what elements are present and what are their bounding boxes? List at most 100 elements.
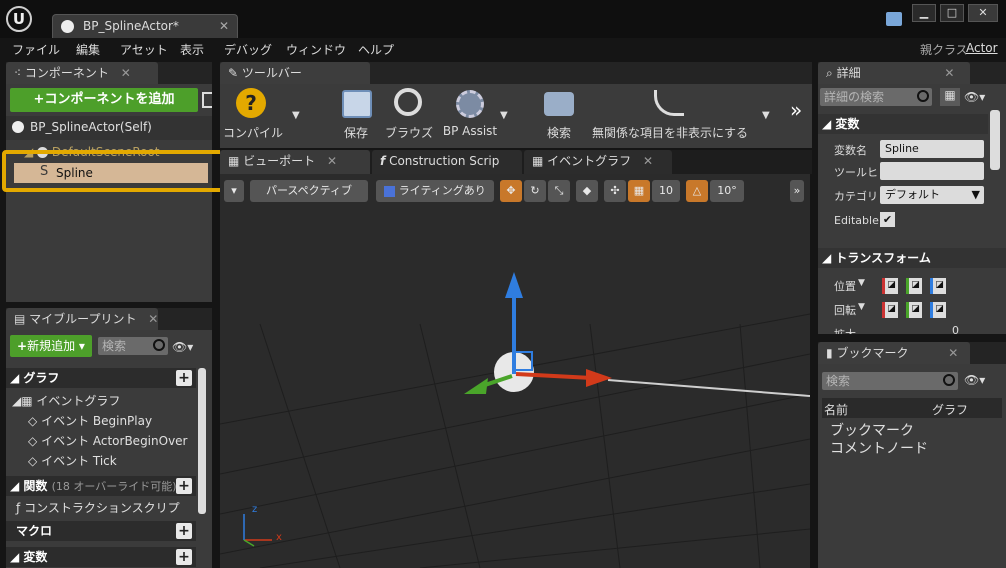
event-item[interactable]: ◇ イベント ActorBeginOver <box>28 432 188 449</box>
add-component-button[interactable]: +コンポーネントを追加 <box>10 88 198 112</box>
spline-line[interactable] <box>607 379 810 397</box>
tab-bookmarks[interactable]: ▮ ブックマーク ✕ <box>818 342 970 364</box>
location-x-reset[interactable]: ◪ <box>882 278 898 294</box>
maximize-button[interactable]: □ <box>940 4 964 22</box>
close-tab-icon[interactable]: ✕ <box>944 66 954 80</box>
tab-toolbar[interactable]: ✎ ツールバー <box>220 62 370 84</box>
location-y-reset[interactable]: ◪ <box>906 278 922 294</box>
gizmo-z-arrow-icon[interactable] <box>505 272 523 298</box>
scale-mode-button[interactable]: ⤡ <box>548 180 570 202</box>
save-button[interactable]: 保存 <box>334 86 378 142</box>
view-options-icon[interactable]: 👁▾ <box>172 340 193 354</box>
menu-help[interactable]: ヘルプ <box>358 41 394 58</box>
viewport-scene[interactable] <box>220 174 810 568</box>
rotation-y-reset[interactable]: ◪ <box>906 302 922 318</box>
bookmark-item[interactable]: コメントノード <box>830 438 928 458</box>
menu-view[interactable]: 表示 <box>180 41 204 58</box>
compile-options-icon[interactable]: ▼ <box>292 110 300 121</box>
macros-section-header[interactable]: マクロ + <box>6 521 196 541</box>
close-window-button[interactable]: ✕ <box>968 4 998 22</box>
construction-script-item[interactable]: ƒ コンストラクションスクリプ <box>16 499 180 516</box>
source-control-icon[interactable] <box>886 12 902 26</box>
transform-section-header[interactable]: ◢ トランスフォーム <box>818 248 1006 268</box>
variable-section-header[interactable]: ◢ 変数 <box>818 114 988 134</box>
tab-construction-script[interactable]: f Construction Scrip <box>372 150 522 174</box>
graphs-section-header[interactable]: ◢ グラフ + <box>6 368 196 388</box>
rotation-x-reset[interactable]: ◪ <box>882 302 898 318</box>
bp-assist-options-icon[interactable]: ▼ <box>500 110 508 121</box>
browse-button[interactable]: ブラウズ <box>384 86 434 142</box>
tab-viewport[interactable]: ▦ ビューポート ✕ <box>220 150 370 174</box>
lighting-mode-button[interactable]: ライティングあり <box>376 180 494 202</box>
rotate-mode-button[interactable]: ↻ <box>524 180 546 202</box>
rotate-snap-toggle[interactable]: △ <box>686 180 708 202</box>
category-dropdown[interactable]: デフォルト ▼ <box>880 186 984 204</box>
translate-mode-button[interactable]: ✥ <box>500 180 522 202</box>
tooltip-field[interactable] <box>880 162 984 180</box>
event-graph-item[interactable]: ◢▦ イベントグラフ <box>12 392 120 409</box>
viewport-options-button[interactable]: ▾ <box>224 180 244 202</box>
menu-window[interactable]: ウィンドウ <box>286 41 346 58</box>
close-tab-icon[interactable]: ✕ <box>148 312 158 326</box>
add-function-button[interactable]: + <box>176 478 192 494</box>
parent-class-link[interactable]: Actor <box>966 41 998 55</box>
add-graph-button[interactable]: + <box>176 370 192 386</box>
rotation-z-reset[interactable]: ◪ <box>930 302 946 318</box>
blueprint-search-input[interactable]: 検索 <box>98 337 168 355</box>
viewport-toolbar-overflow[interactable]: » <box>790 180 804 202</box>
bookmark-item[interactable]: ブックマーク <box>830 420 914 440</box>
bp-assist-button[interactable]: BP Assist <box>440 86 500 142</box>
grid-snap-value[interactable]: 10 <box>652 180 680 202</box>
menu-asset[interactable]: アセット <box>120 41 168 58</box>
toolbar-overflow-button[interactable]: » <box>790 98 802 122</box>
functions-section-header[interactable]: ◢ 関数 (18 オーバーライド可能) + <box>6 476 196 496</box>
add-new-button[interactable]: +新規追加 ▾ <box>10 335 92 357</box>
grid-snap-toggle[interactable]: ▦ <box>628 180 650 202</box>
col-graph-header[interactable]: グラフ <box>932 401 968 418</box>
close-tab-icon[interactable]: ✕ <box>327 154 337 168</box>
view-options-icon[interactable]: 👁▾ <box>964 373 985 387</box>
compile-button[interactable]: ? コンパイル <box>222 86 284 142</box>
search-icon[interactable] <box>202 92 212 108</box>
details-search-input[interactable]: 詳細の検索 <box>820 88 932 106</box>
close-tab-icon[interactable]: ✕ <box>121 66 131 80</box>
property-matrix-button[interactable]: ▦ <box>940 88 960 106</box>
variables-section-header[interactable]: ◢ 変数 + <box>6 547 196 567</box>
tab-my-blueprint[interactable]: ▤ マイブループリント ✕ <box>6 308 158 330</box>
gizmo-y-arrow-icon[interactable] <box>464 378 488 394</box>
close-tab-icon[interactable]: ✕ <box>948 346 958 360</box>
col-name-header[interactable]: 名前 <box>824 401 848 418</box>
close-tab-icon[interactable]: ✕ <box>219 15 229 37</box>
self-row[interactable]: BP_SplineActor(Self) <box>6 116 212 140</box>
menu-edit[interactable]: 編集 <box>76 41 100 58</box>
location-z-reset[interactable]: ◪ <box>930 278 946 294</box>
gizmo-x-arrow-icon[interactable] <box>586 369 612 387</box>
viewport[interactable]: x z ▾ パースペクティブ ライティングあり ✥ ↻ ⤡ ◆ ✣ ▦ 10 △… <box>220 174 810 568</box>
hide-unrelated-button[interactable]: 無関係な項目を非表示にする <box>590 86 750 142</box>
scrollbar[interactable] <box>198 368 206 514</box>
tab-components[interactable]: ⁖ コンポーネント ✕ <box>6 62 158 84</box>
event-item[interactable]: ◇ イベント Tick <box>28 452 117 469</box>
menu-debug[interactable]: デバッグ <box>224 41 272 58</box>
rotate-snap-value[interactable]: 10° <box>710 180 744 202</box>
coordinate-system-button[interactable]: ◆ <box>576 180 598 202</box>
dropdown-arrow-icon[interactable]: ▼ <box>858 278 865 288</box>
minimize-button[interactable]: ▁ <box>912 4 936 22</box>
perspective-button[interactable]: パースペクティブ <box>250 180 368 202</box>
document-tab[interactable]: BP_SplineActor* ✕ <box>52 14 238 38</box>
bookmarks-search-input[interactable]: 検索 <box>822 372 958 390</box>
add-macro-button[interactable]: + <box>176 523 192 539</box>
menu-file[interactable]: ファイル <box>12 41 60 58</box>
hide-unrelated-options-icon[interactable]: ▼ <box>762 110 770 121</box>
tab-event-graph[interactable]: ▦ イベントグラフ ✕ <box>524 150 672 174</box>
event-item[interactable]: ◇ イベント BeginPlay <box>28 412 152 429</box>
editable-checkbox[interactable]: ✔ <box>880 212 895 227</box>
add-variable-button[interactable]: + <box>176 549 192 565</box>
view-options-icon[interactable]: 👁▾ <box>964 90 985 104</box>
tab-details[interactable]: ⌕ 詳細 ✕ <box>818 62 970 84</box>
find-button[interactable]: 検索 <box>534 86 584 142</box>
surface-snap-button[interactable]: ✣ <box>604 180 626 202</box>
scrollbar[interactable] <box>990 110 1000 170</box>
var-name-field[interactable]: Spline <box>880 140 984 158</box>
close-tab-icon[interactable]: ✕ <box>643 154 653 168</box>
